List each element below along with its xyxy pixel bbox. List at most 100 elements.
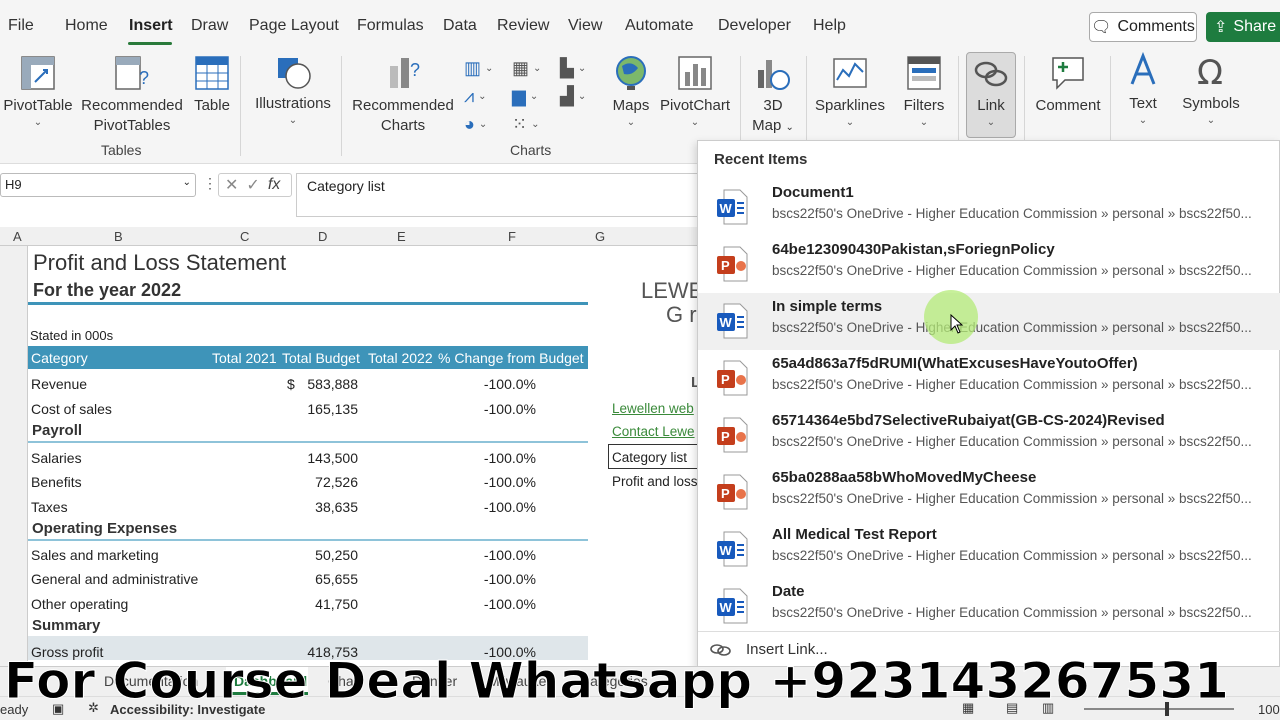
column-header-d[interactable]: D (318, 229, 327, 244)
menu-formulas[interactable]: Formulas (357, 17, 424, 35)
row-label-other-operating: Other operating (31, 596, 129, 612)
link-button-label[interactable]: Link ⌄ (966, 54, 1016, 130)
column-chart-button[interactable]: ▥ ⌄ (464, 58, 493, 79)
formula-input[interactable]: Category list (296, 173, 700, 217)
recent-item[interactable]: P 65ba0288aa58bWhoMovedMyCheese bscs22f5… (698, 464, 1280, 521)
new-comment-icon (1052, 57, 1084, 90)
svg-text:P: P (721, 372, 730, 387)
row-label-benefits: Benefits (31, 474, 82, 490)
formula-bar: H9 ⌄ ⋮ ✕ ✓ fx Category list (0, 165, 700, 227)
sales-marketing-budget: 50,250 (315, 547, 358, 563)
illustrations-button[interactable]: Illustrations ⌄ (250, 52, 336, 128)
section-summary: Summary (32, 617, 101, 634)
comments-button[interactable]: 🗨 Comments (1089, 12, 1197, 42)
tables-group-label: Tables (101, 142, 142, 158)
menu-review[interactable]: Review (497, 17, 549, 35)
cancel-icon[interactable]: ✕ (225, 175, 238, 195)
line-chart-button[interactable]: ⩘ ⌄ (464, 86, 487, 107)
table-button[interactable]: Table (190, 54, 234, 116)
column-header-b[interactable]: B (114, 229, 123, 244)
pivotchart-button[interactable]: PivotChart ⌄ (658, 54, 732, 130)
sheet-title: Profit and Loss Statement (33, 250, 287, 275)
svg-text:W: W (720, 543, 733, 558)
menu-draw[interactable]: Draw (191, 17, 228, 35)
menu-automate[interactable]: Automate (625, 17, 693, 35)
category-list-cell[interactable]: Category list (612, 450, 687, 465)
recent-item[interactable]: W Document1 bscs22f50's OneDrive - Highe… (698, 179, 1280, 236)
word-document-icon: W (717, 303, 748, 339)
company-name-partial: LEWE (641, 278, 704, 303)
pivottable-button[interactable]: PivotTable ⌄ (2, 54, 74, 130)
recommended-pivottables-button[interactable]: ? Recommended PivotTables (80, 54, 184, 136)
maps-button[interactable]: Maps ⌄ (608, 54, 654, 130)
worksheet[interactable]: Profit and Loss Statement For the year 2… (0, 246, 704, 666)
comment-button[interactable]: Comment (1030, 54, 1106, 116)
recent-item[interactable]: P 64be123090430Pakistan,sForiegnPolicy b… (698, 236, 1280, 293)
mouse-pointer-icon (950, 314, 964, 334)
column-header-f[interactable]: F (508, 229, 516, 244)
menu-home[interactable]: Home (65, 17, 108, 35)
menu-developer[interactable]: Developer (718, 17, 791, 35)
column-header-c[interactable]: C (240, 229, 249, 244)
statistic-chart-button[interactable]: ▆ ⌄ (512, 86, 538, 107)
powerpoint-document-icon: P (717, 474, 748, 510)
benefits-budget: 72,526 (315, 474, 358, 490)
sparklines-button[interactable]: Sparklines ⌄ (812, 54, 888, 130)
recent-item[interactable]: P 65a4d863a7f5dRUMI(WhatExcusesHaveYouto… (698, 350, 1280, 407)
ribbon-separator (341, 56, 342, 156)
other-operating-change: -100.0% (483, 596, 536, 612)
filters-button[interactable]: Filters ⌄ (900, 54, 948, 130)
word-document-icon: W (717, 588, 748, 624)
recommended-charts-button[interactable]: ? Recommended Charts (350, 54, 456, 136)
symbols-button[interactable]: Ω Symbols ⌄ (1178, 52, 1244, 128)
waterfall-chart-button[interactable]: ▙ ⌄ (560, 58, 586, 79)
name-box[interactable]: H9 ⌄ (0, 173, 196, 197)
row-label-revenue: Revenue (31, 376, 88, 392)
stated-in-note: Stated in 000s (30, 328, 114, 343)
recent-item[interactable]: W Date bscs22f50's OneDrive - Higher Edu… (698, 578, 1280, 635)
recent-item[interactable]: W In simple terms bscs22f50's OneDrive -… (698, 293, 1280, 350)
combo-chart-button[interactable]: ▟ ⌄ (560, 86, 586, 107)
hierarchy-chart-button[interactable]: ▦ ⌄ (512, 58, 541, 79)
menu-file[interactable]: File (8, 17, 34, 35)
menu-help[interactable]: Help (813, 17, 846, 35)
header-total-2022: Total 2022 (368, 350, 433, 366)
table-icon (195, 56, 229, 90)
recommended-charts-icon: ? (390, 58, 420, 88)
row-label-taxes: Taxes (31, 499, 68, 515)
comment-bubble-icon: 🗨 (1091, 19, 1112, 36)
column-header-g[interactable]: G (595, 229, 605, 244)
svg-text:W: W (720, 600, 733, 615)
column-header-a[interactable]: A (13, 229, 22, 244)
3d-map-button[interactable]: 3D Map ⌄ (748, 54, 798, 138)
fx-icon[interactable]: fx (268, 176, 280, 194)
menu-page-layout[interactable]: Page Layout (249, 17, 339, 35)
zoom-level[interactable]: 100 (1258, 702, 1280, 717)
menu-insert[interactable]: Insert (129, 17, 173, 35)
share-button[interactable]: ⇪ Share (1206, 12, 1280, 42)
pie-chart-button[interactable]: ◕ ⌄ (464, 114, 487, 135)
menu-data[interactable]: Data (443, 17, 477, 35)
row-label-cost-of-sales: Cost of sales (31, 401, 112, 417)
cost-of-sales-change: -100.0% (483, 401, 536, 417)
recent-item[interactable]: P 65714364e5bd7SelectiveRubaiyat(GB-CS-2… (698, 407, 1280, 464)
histogram-icon: ▆ (512, 86, 526, 106)
menu-view[interactable]: View (568, 17, 602, 35)
svg-text:P: P (721, 486, 730, 501)
check-icon[interactable]: ✓ (246, 175, 259, 195)
watermark-overlay: For Course Deal Whatsapp +923143267531 (4, 652, 1230, 711)
profit-loss-cell[interactable]: Profit and loss (612, 474, 698, 489)
pie-chart-icon: ◕ (464, 114, 475, 134)
header-total-2021: Total 2021 (212, 350, 277, 366)
recent-item[interactable]: W All Medical Test Report bscs22f50's On… (698, 521, 1280, 578)
scatter-chart-button[interactable]: ⁙ ⌄ (512, 114, 539, 135)
omega-icon: Ω (1197, 53, 1223, 90)
lewellen-web-link[interactable]: Lewellen web (612, 401, 694, 416)
3d-map-icon (758, 60, 790, 90)
text-button[interactable]: Text ⌄ (1118, 52, 1168, 128)
more-options-icon[interactable]: ⋮ (203, 175, 217, 192)
active-tab-indicator (128, 42, 172, 45)
column-header-e[interactable]: E (397, 229, 406, 244)
powerpoint-document-icon: P (717, 246, 748, 282)
contact-lewellen-link[interactable]: Contact Lewe (612, 424, 695, 439)
